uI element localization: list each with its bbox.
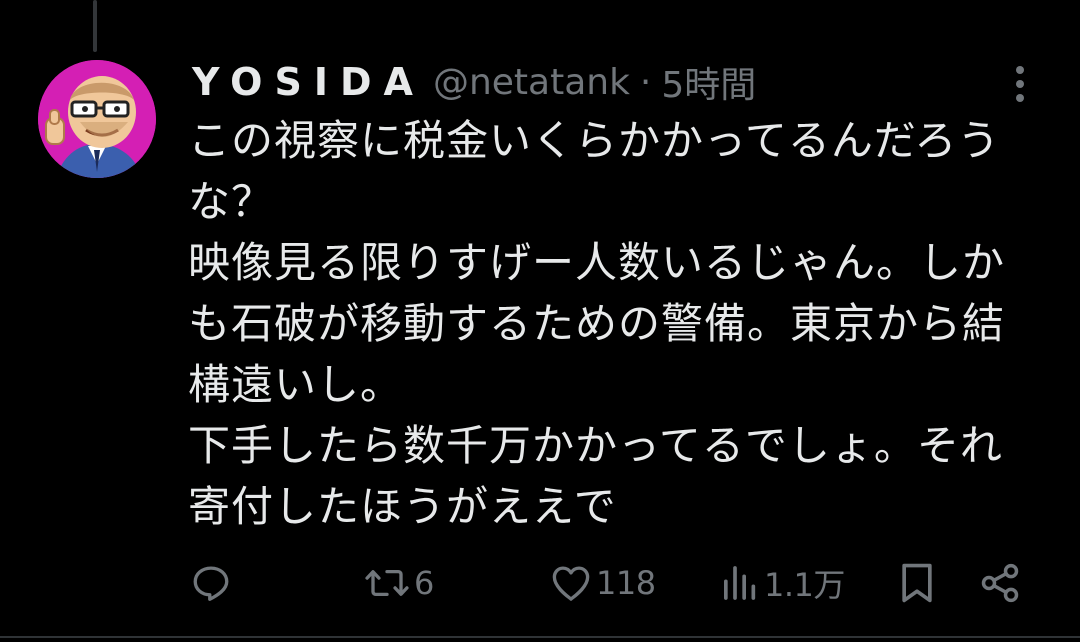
reply-icon — [193, 566, 229, 601]
post-body-line: この視察に税金いくらかかってるんだろう — [188, 116, 1001, 165]
thread-connector-line — [93, 0, 97, 52]
like-button[interactable]: 118 — [550, 555, 656, 611]
reply-button[interactable] — [190, 555, 232, 611]
post-timestamp[interactable]: 5時間 — [661, 56, 756, 108]
post-body: この視察に税金いくらかかってるんだろう な？ 映像見る限りすげー人数いるじゃん。… — [188, 110, 1050, 537]
post-body-line: な？ — [188, 177, 275, 226]
post-body-line: 映像見る限りすげー人数いるじゃん。しか — [188, 238, 1006, 287]
heart-icon — [552, 566, 590, 601]
post-body-line: 構遠いし。 — [188, 360, 404, 409]
views-icon — [724, 566, 756, 600]
share-icon — [981, 563, 1019, 603]
post-body-line: 寄付したほうがええで — [188, 482, 617, 531]
more-dot — [1016, 80, 1024, 88]
post-divider — [0, 636, 1080, 638]
bookmark-icon — [902, 563, 932, 603]
post-header: YOSIDA @netatank · 5時間 — [192, 52, 756, 112]
post-body-line: 下手したら数千万かかってるでしょ。それ — [188, 421, 1003, 470]
more-dot — [1016, 66, 1024, 74]
separator-dot: · — [639, 61, 652, 103]
post-body-line: も石破が移動するための警備。東京から結 — [188, 299, 1006, 348]
repost-icon — [365, 569, 409, 597]
avatar[interactable] — [38, 60, 156, 178]
like-count: 118 — [596, 564, 656, 602]
repost-button[interactable]: 6 — [364, 555, 434, 611]
display-name[interactable]: YOSIDA — [192, 60, 425, 104]
repost-count: 6 — [414, 564, 434, 602]
avatar-illustration — [38, 60, 156, 178]
more-options-button[interactable] — [1004, 62, 1036, 106]
views-count: 1.1万 — [764, 566, 845, 604]
share-button[interactable] — [978, 555, 1022, 611]
action-bar: 6 118 1.1万 — [0, 555, 1080, 611]
more-dot — [1016, 94, 1024, 102]
bookmark-button[interactable] — [898, 555, 936, 611]
views-button[interactable]: 1.1万 — [720, 555, 845, 611]
user-handle[interactable]: @netatank — [433, 62, 630, 103]
